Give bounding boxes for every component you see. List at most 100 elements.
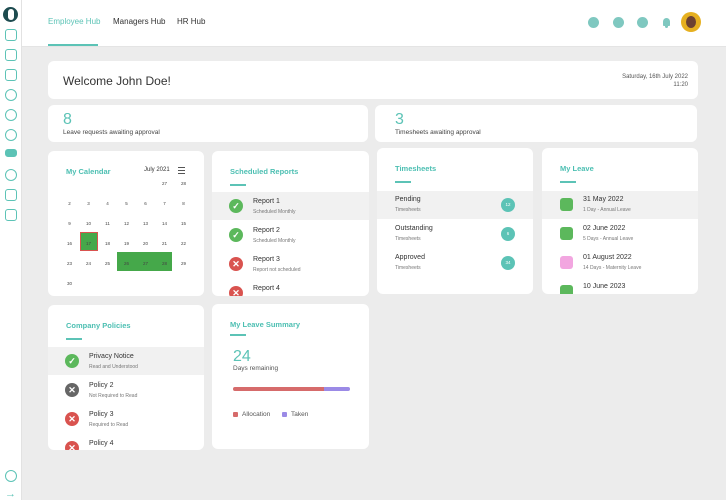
- welcome-datetime: Saturday, 16th July 2022 11:20: [622, 73, 688, 89]
- timesheet-row[interactable]: Approved Timesheets 34: [377, 249, 533, 277]
- calendar-day[interactable]: 20: [136, 235, 155, 253]
- summary-title: My Leave Summary: [230, 320, 301, 329]
- taken-segment: [324, 387, 350, 391]
- row-title: Policy 2: [89, 382, 114, 389]
- calendar-day[interactable]: 27: [136, 255, 155, 273]
- reports-row[interactable]: ✕ Report 3 Report not scheduled: [212, 250, 369, 278]
- allocation-label: Allocation: [242, 411, 271, 418]
- leave-detail: 14 Days - Maternity Leave: [583, 265, 642, 271]
- x-circle-icon: ✕: [65, 412, 79, 426]
- calendar-day[interactable]: 17: [79, 235, 98, 253]
- calendar-icon[interactable]: [5, 69, 17, 81]
- calendar-day[interactable]: 9: [60, 215, 79, 233]
- calendar-day[interactable]: 10: [79, 215, 98, 233]
- tab-employee-hub[interactable]: Employee Hub: [48, 17, 100, 26]
- stethoscope-icon[interactable]: [5, 169, 17, 181]
- row-title: Report 1: [253, 198, 280, 205]
- leave-title: My Leave: [560, 164, 594, 173]
- shield-icon[interactable]: [5, 209, 17, 221]
- calendar-day[interactable]: 14: [155, 215, 174, 233]
- info-icon[interactable]: [613, 17, 624, 28]
- my-leave-card: My Leave 31 May 2022 1 Day - Annual Leave…: [542, 148, 698, 294]
- calendar-day[interactable]: 26: [117, 255, 136, 273]
- calendar-day[interactable]: 19: [117, 235, 136, 253]
- leave-type-icon: [560, 227, 573, 240]
- calendar-day[interactable]: 2: [60, 195, 79, 213]
- clock-icon[interactable]: [5, 89, 17, 101]
- calendar-day[interactable]: 3: [79, 195, 98, 213]
- settings-icon[interactable]: [5, 470, 17, 482]
- check-circle-icon: ✓: [229, 199, 243, 213]
- leave-row[interactable]: 10 June 2023: [542, 278, 698, 294]
- help-icon[interactable]: [637, 17, 648, 28]
- award-icon[interactable]: [5, 129, 17, 141]
- calendar-day[interactable]: 8: [174, 195, 193, 213]
- calendar-day[interactable]: 28: [174, 175, 193, 193]
- row-subtitle: Report not scheduled: [253, 267, 301, 273]
- leave-row[interactable]: 02 June 2022 5 Days - Annual Leave: [542, 220, 698, 248]
- leave-row[interactable]: 01 August 2022 14 Days - Maternity Leave: [542, 249, 698, 277]
- scheduled-reports-card: Scheduled Reports ✓ Report 1 Scheduled Mon…: [212, 151, 369, 296]
- calendar-day[interactable]: 21: [155, 235, 174, 253]
- leave-requests-card[interactable]: 8 Leave requests awaiting approval: [48, 105, 368, 142]
- card-icon[interactable]: [5, 49, 17, 61]
- bell-icon[interactable]: [661, 17, 672, 29]
- days-remaining-label: Days remaining: [233, 365, 279, 372]
- calendar-day[interactable]: 11: [98, 215, 117, 233]
- timesheet-row[interactable]: Pending Timesheets 12: [377, 191, 533, 219]
- calendar-day[interactable]: 18: [98, 235, 117, 253]
- legend-allocation: Allocation: [233, 411, 270, 418]
- calendar-day[interactable]: 22: [174, 235, 193, 253]
- policies-row[interactable]: ✓ Privacy Notice Read and Understood: [48, 347, 204, 375]
- leave-type-icon: [560, 256, 573, 269]
- reports-row[interactable]: ✓ Report 2 Scheduled Monthly: [212, 221, 369, 249]
- timesheets-stat-card[interactable]: 3 Timesheets awaiting approval: [375, 105, 697, 142]
- calendar-day[interactable]: 12: [117, 215, 136, 233]
- timesheet-count-badge: 34: [501, 256, 515, 270]
- leave-summary-card: My Leave Summary 24 Days remaining Alloc…: [212, 304, 369, 449]
- tab-hr-hub[interactable]: HR Hub: [177, 17, 205, 26]
- avatar[interactable]: [681, 12, 701, 32]
- timesheet-count-badge: 6: [501, 227, 515, 241]
- calendar-day[interactable]: 23: [60, 255, 79, 273]
- calendar-day[interactable]: 16: [60, 235, 79, 253]
- add-icon[interactable]: [588, 17, 599, 28]
- calendar-day[interactable]: 25: [98, 255, 117, 273]
- reports-row[interactable]: ✕ Report 4: [212, 279, 369, 296]
- calendar-day[interactable]: 13: [136, 215, 155, 233]
- timesheet-row[interactable]: Outstanding Timesheets 6: [377, 220, 533, 248]
- calendar-day[interactable]: 15: [174, 215, 193, 233]
- sidebar: →: [0, 0, 22, 500]
- calendar-day[interactable]: 7: [155, 195, 174, 213]
- calendar-day[interactable]: 5: [117, 195, 136, 213]
- calendar-day[interactable]: 24: [79, 255, 98, 273]
- active-tab-indicator: [48, 44, 98, 46]
- calendar-menu-icon[interactable]: [178, 167, 185, 174]
- calendar-day[interactable]: 4: [98, 195, 117, 213]
- policies-row[interactable]: ✕ Policy 4: [48, 434, 204, 450]
- reports-row[interactable]: ✓ Report 1 Scheduled Monthly: [212, 192, 369, 220]
- calendar-month[interactable]: July 2021: [144, 167, 170, 173]
- leave-detail: 5 Days - Annual Leave: [583, 236, 634, 242]
- policies-row[interactable]: ✕ Policy 2 Not Required to Read: [48, 376, 204, 404]
- policies-row[interactable]: ✕ Policy 3 Required to Read: [48, 405, 204, 433]
- leave-row[interactable]: 31 May 2022 1 Day - Annual Leave: [542, 191, 698, 219]
- row-title: Report 2: [253, 227, 280, 234]
- document-icon[interactable]: [5, 189, 17, 201]
- row-title: Report 3: [253, 256, 280, 263]
- calendar-day[interactable]: 27: [155, 175, 174, 193]
- calendar-day[interactable]: 30: [60, 275, 79, 293]
- logo[interactable]: [3, 7, 18, 22]
- calendar-day[interactable]: 6: [136, 195, 155, 213]
- tab-managers-hub[interactable]: Managers Hub: [113, 17, 165, 26]
- home-icon[interactable]: [5, 29, 17, 41]
- graduation-icon[interactable]: [5, 149, 17, 157]
- timesheets-count: 3: [395, 111, 404, 128]
- reports-title: Scheduled Reports: [230, 167, 299, 176]
- x-circle-icon: ✕: [65, 383, 79, 397]
- calendar-day[interactable]: 28: [155, 255, 174, 273]
- check-icon[interactable]: [5, 109, 17, 121]
- leave-progress-bar: [233, 387, 350, 391]
- calendar-day[interactable]: 29: [174, 255, 193, 273]
- logout-icon[interactable]: →: [5, 489, 17, 500]
